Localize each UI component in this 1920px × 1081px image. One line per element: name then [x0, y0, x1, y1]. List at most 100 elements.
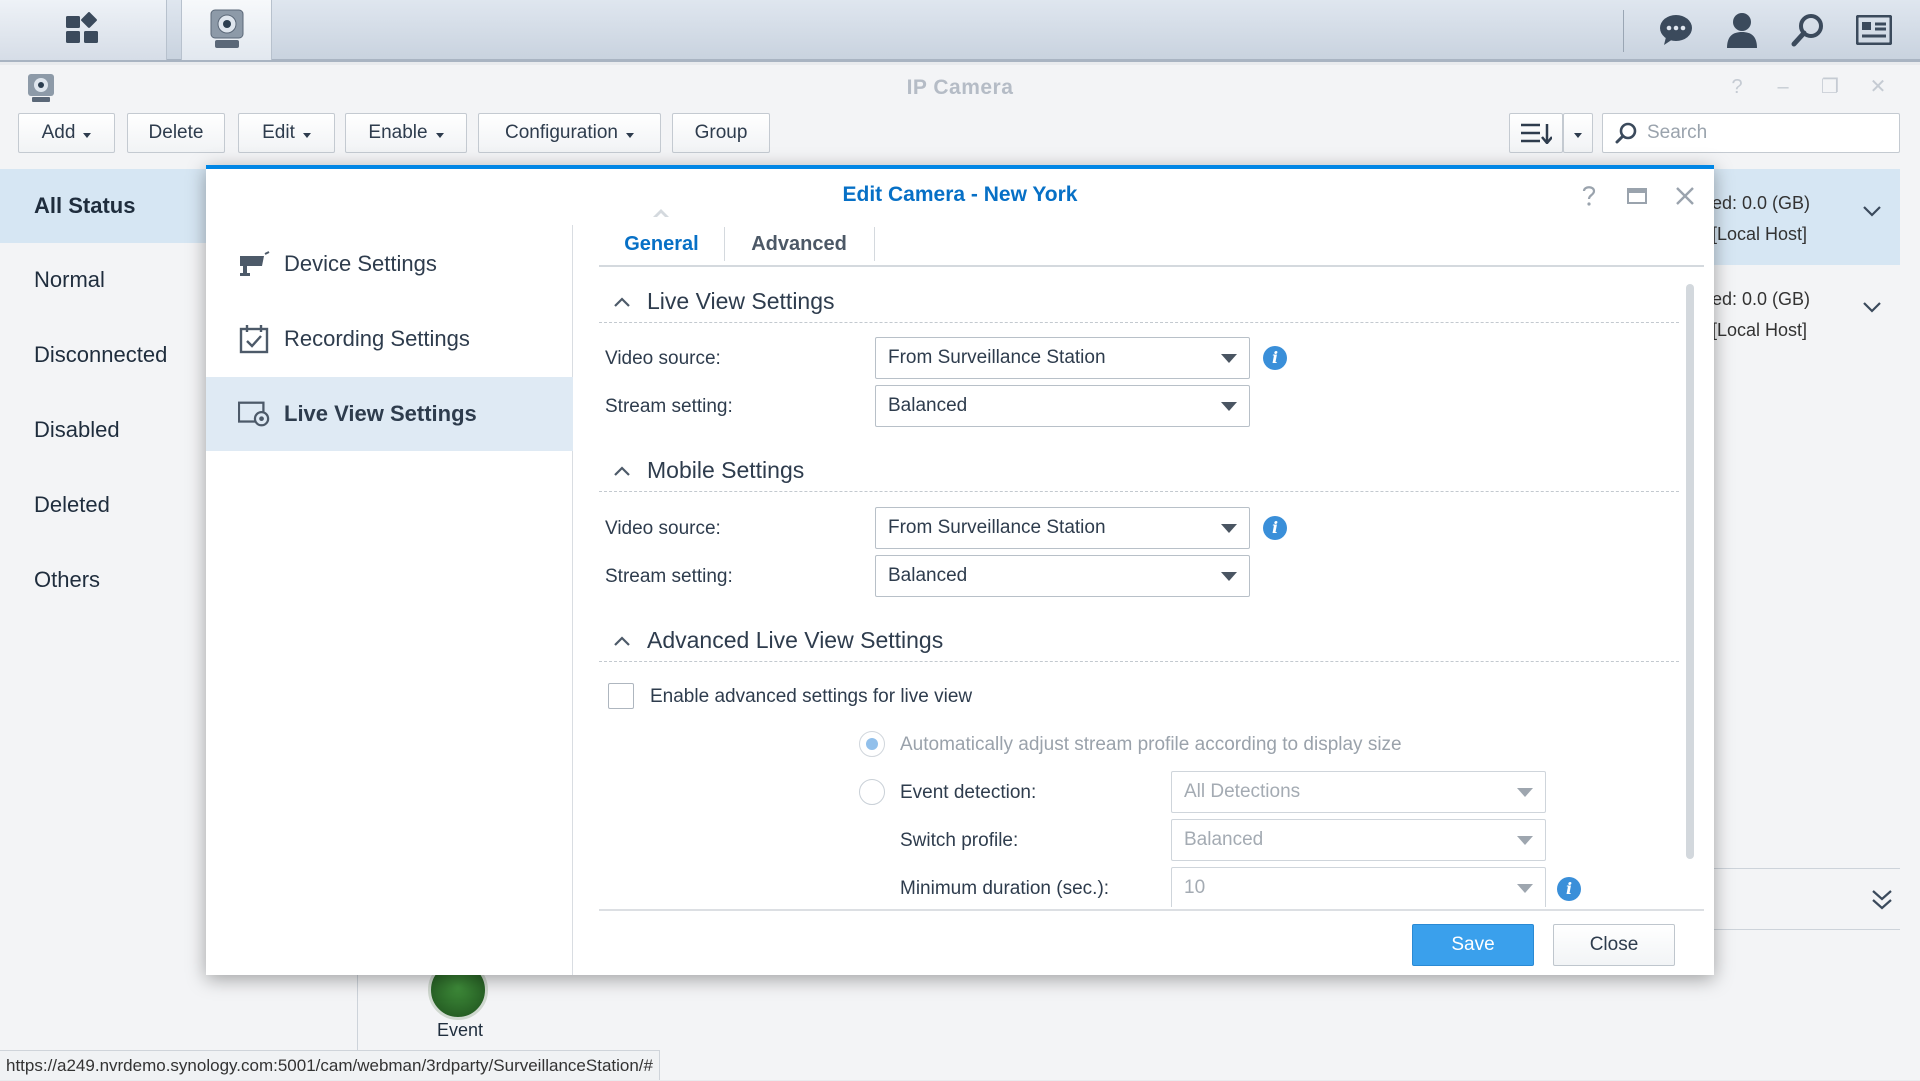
live-video-source-select[interactable]: From Surveillance Station [875, 337, 1250, 379]
event-detection-select[interactable]: All Detections [1171, 771, 1546, 813]
search-input[interactable] [1645, 121, 1885, 145]
add-label: Add [41, 122, 76, 143]
taskbar-separator [1623, 10, 1624, 52]
delete-label: Delete [148, 122, 204, 143]
sidebar-item-device-settings[interactable]: Device Settings [206, 227, 573, 301]
status-normal[interactable]: Normal [0, 243, 206, 317]
configuration-button[interactable]: Configuration [478, 113, 661, 153]
notifications-button[interactable] [1654, 8, 1698, 52]
maximize-icon[interactable] [1624, 183, 1650, 209]
minimum-duration-label: Minimum duration (sec.): [900, 878, 1110, 899]
event-app-label: Event [436, 1020, 484, 1040]
form-scrollbar-thumb[interactable] [1686, 284, 1694, 859]
window-restore-button[interactable]: ❐ [1818, 75, 1842, 99]
chevron-up-icon[interactable] [613, 293, 631, 311]
minimum-duration-select[interactable]: 10 [1171, 867, 1546, 907]
live-stream-setting-select[interactable]: Balanced [875, 385, 1250, 427]
status-disconnected[interactable]: Disconnected [0, 318, 206, 392]
tab-general[interactable]: General [599, 221, 724, 267]
sort-button[interactable] [1509, 113, 1563, 153]
select-value: Balanced [888, 565, 968, 586]
status-others[interactable]: Others [0, 543, 206, 617]
toolbar: Add Delete Edit Enable Configuration Gro… [0, 113, 1920, 161]
dialog-sidebar: Device Settings Recording Settings Live … [206, 225, 573, 975]
user-icon [1727, 13, 1757, 48]
edit-button[interactable]: Edit [238, 113, 335, 153]
window-minimize-button[interactable]: – [1771, 75, 1795, 99]
switch-profile-select[interactable]: Balanced [1171, 819, 1546, 861]
tab-active-pointer-fill [655, 213, 667, 219]
user-button[interactable] [1720, 8, 1764, 52]
window-titlebar: IP Camera ? – ❐ ✕ [0, 65, 1920, 107]
close-icon[interactable] [1672, 183, 1698, 209]
status-deleted[interactable]: Deleted [0, 468, 206, 542]
add-button[interactable]: Add [18, 113, 115, 153]
section-title: Mobile Settings [647, 457, 805, 483]
info-icon[interactable]: i [1557, 877, 1581, 901]
enable-advanced-label: Enable advanced settings for live view [650, 686, 973, 707]
dialog-tabs: General Advanced [599, 221, 1704, 267]
camera-row[interactable]: ed: 0.0 (GB) [Local Host] [1700, 169, 1900, 265]
dropdown-arrow-icon [1221, 354, 1237, 363]
status-all[interactable]: All Status [0, 169, 206, 243]
status-disabled[interactable]: Disabled [0, 393, 206, 467]
ip-camera-taskbar-button[interactable] [181, 0, 272, 60]
auto-adjust-radio[interactable] [859, 731, 885, 757]
group-button[interactable]: Group [672, 113, 770, 153]
delete-button[interactable]: Delete [127, 113, 225, 153]
switch-profile-label: Switch profile: [900, 830, 1019, 851]
sidebar-item-label: Device Settings [284, 251, 437, 276]
widgets-button[interactable] [1852, 8, 1896, 52]
sidebar-item-recording-settings[interactable]: Recording Settings [206, 302, 573, 376]
select-value: From Surveillance Station [888, 517, 1106, 538]
panel-bottom-bar [1700, 868, 1900, 930]
section-advanced-live-view[interactable]: Advanced Live View Settings [599, 620, 1679, 662]
main-menu-button[interactable] [0, 0, 167, 60]
status-url: https://a249.nvrdemo.synology.com:5001/c… [0, 1050, 660, 1080]
security-camera-icon [238, 248, 270, 280]
enable-advanced-checkbox[interactable] [608, 683, 634, 709]
event-detection-label: Event detection: [900, 782, 1037, 803]
event-detection-radio[interactable] [859, 779, 885, 805]
double-chevron-down-icon[interactable] [1870, 887, 1894, 913]
camera-storage: ed: 0.0 (GB) [1712, 289, 1811, 309]
dropdown-arrow-icon [1221, 402, 1237, 411]
save-button[interactable]: Save [1412, 924, 1534, 966]
search-icon [1615, 122, 1637, 144]
form-footer-divider [599, 909, 1704, 911]
sidebar-item-live-view-settings[interactable]: Live View Settings [206, 377, 573, 451]
chevron-down-icon[interactable] [1860, 295, 1884, 319]
section-mobile[interactable]: Mobile Settings [599, 450, 1679, 492]
help-icon[interactable] [1576, 183, 1602, 209]
info-icon[interactable]: i [1263, 516, 1287, 540]
window-help-button[interactable]: ? [1725, 75, 1749, 99]
search-field[interactable] [1602, 113, 1900, 153]
dropdown-arrow-icon [1517, 884, 1533, 893]
enable-button[interactable]: Enable [345, 113, 467, 153]
chevron-down-icon [626, 132, 635, 138]
camera-host: [Local Host] [1712, 320, 1808, 340]
section-title: Live View Settings [647, 288, 835, 314]
sort-dropdown-button[interactable] [1563, 113, 1593, 153]
info-icon[interactable]: i [1263, 346, 1287, 370]
close-button[interactable]: Close [1553, 924, 1675, 966]
dropdown-arrow-icon [1221, 524, 1237, 533]
auto-adjust-label: Automatically adjust stream profile acco… [900, 734, 1402, 755]
mobile-stream-setting-select[interactable]: Balanced [875, 555, 1250, 597]
select-value: From Surveillance Station [888, 347, 1106, 368]
camera-row[interactable]: ed: 0.0 (GB) [Local Host] [1700, 265, 1900, 361]
global-search-button[interactable] [1786, 8, 1830, 52]
mobile-video-source-select[interactable]: From Surveillance Station [875, 507, 1250, 549]
chevron-down-icon [302, 132, 311, 138]
section-live-view[interactable]: Live View Settings [599, 281, 1679, 323]
chevron-up-icon[interactable] [613, 462, 631, 480]
window-close-button[interactable]: ✕ [1866, 75, 1890, 99]
select-value: Balanced [888, 395, 968, 416]
main-menu-icon [66, 12, 98, 43]
live-view-form: Live View Settings Video source: From Su… [599, 281, 1679, 907]
live-video-source-label: Video source: [605, 348, 721, 369]
tab-advanced[interactable]: Advanced [724, 221, 874, 267]
chevron-up-icon[interactable] [613, 632, 631, 650]
chevron-down-icon[interactable] [1860, 199, 1884, 223]
select-value: 10 [1184, 877, 1206, 898]
